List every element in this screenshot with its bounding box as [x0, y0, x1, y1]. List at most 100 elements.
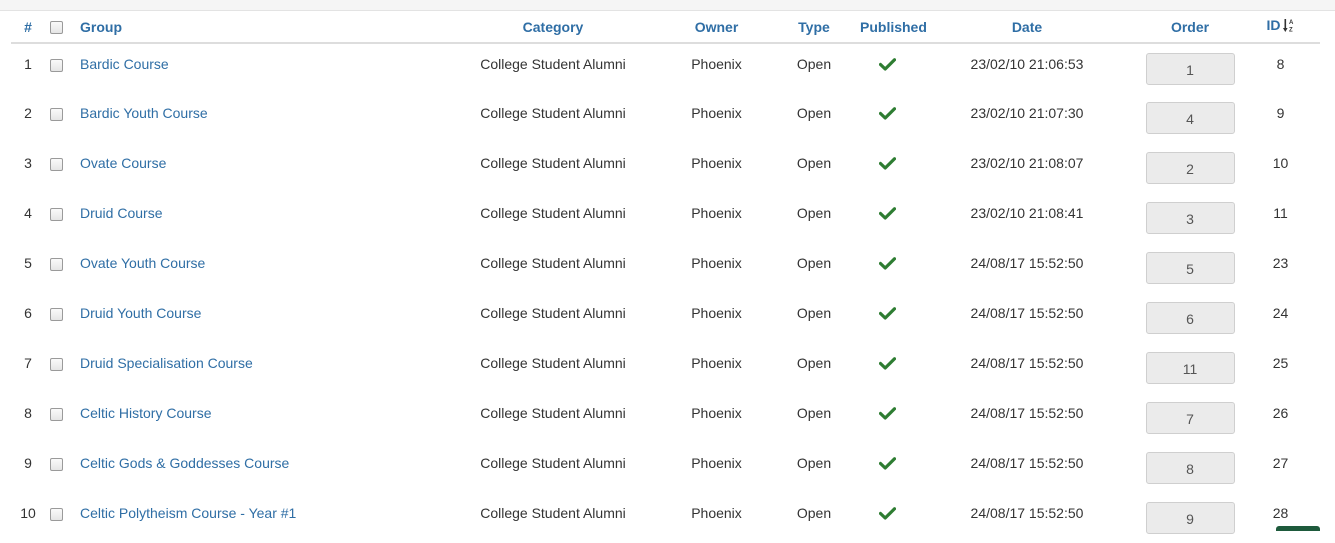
row-checkbox[interactable]: [50, 158, 63, 171]
row-number: 8: [11, 393, 45, 443]
order-input[interactable]: 2: [1145, 152, 1235, 184]
column-header-order[interactable]: Order: [1139, 11, 1241, 44]
order-input[interactable]: 4: [1145, 102, 1235, 134]
table-row: 4 Druid Course College Student Alumni Ph…: [11, 193, 1320, 243]
row-checkbox[interactable]: [50, 508, 63, 521]
row-checkbox[interactable]: [50, 208, 63, 221]
owner-text: Phoenix: [691, 155, 742, 171]
order-input[interactable]: 6: [1145, 302, 1235, 334]
category-text: College Student Alumni: [480, 305, 626, 321]
group-link[interactable]: Druid Course: [80, 205, 162, 221]
column-header-owner[interactable]: Owner: [665, 11, 768, 44]
row-select-cell: [45, 43, 80, 93]
group-cell: Celtic Gods & Goddesses Course: [80, 443, 441, 493]
id-text: 24: [1272, 305, 1289, 321]
column-header-category[interactable]: Category: [441, 11, 665, 44]
type-text: Open: [796, 505, 832, 521]
row-checkbox[interactable]: [50, 308, 63, 321]
group-link[interactable]: Ovate Youth Course: [80, 255, 205, 271]
date-text: 24/08/17 15:52:50: [970, 455, 1084, 471]
column-header-id[interactable]: ID: [1267, 17, 1281, 33]
svg-text:A: A: [1289, 20, 1294, 26]
group-link[interactable]: Ovate Course: [80, 155, 166, 171]
checkmark-icon[interactable]: [860, 207, 915, 220]
group-link[interactable]: Bardic Course: [80, 56, 169, 72]
row-number-text: 6: [24, 305, 32, 321]
checkmark-icon[interactable]: [860, 507, 915, 520]
order-input[interactable]: 5: [1145, 252, 1235, 284]
table-header-row: # Group Category Owner Type Published Da…: [11, 11, 1320, 44]
row-number-text: 9: [24, 455, 32, 471]
group-link[interactable]: Bardic Youth Course: [80, 105, 208, 121]
type-cell: Open: [768, 93, 860, 143]
row-checkbox[interactable]: [50, 108, 63, 121]
type-cell: Open: [768, 343, 860, 393]
group-link[interactable]: Druid Specialisation Course: [80, 355, 253, 371]
category-cell: College Student Alumni: [441, 493, 665, 543]
group-cell: Druid Course: [80, 193, 441, 243]
order-cell: 1: [1139, 43, 1241, 93]
order-cell: 2: [1139, 143, 1241, 193]
column-header-type[interactable]: Type: [768, 11, 860, 44]
row-number: 9: [11, 443, 45, 493]
checkmark-icon[interactable]: [860, 157, 915, 170]
column-header-group[interactable]: Group: [80, 11, 441, 44]
row-checkbox[interactable]: [50, 358, 63, 371]
date-cell: 24/08/17 15:52:50: [915, 243, 1139, 293]
checkmark-icon[interactable]: [860, 357, 915, 370]
order-input[interactable]: 9: [1145, 502, 1235, 534]
row-checkbox[interactable]: [50, 258, 63, 271]
floating-action-button-edge[interactable]: [1276, 526, 1320, 531]
checkmark-icon[interactable]: [860, 307, 915, 320]
select-all-checkbox[interactable]: [50, 21, 63, 35]
date-cell: 23/02/10 21:08:07: [915, 143, 1139, 193]
id-cell: 23: [1241, 243, 1320, 293]
id-text: 28: [1272, 505, 1289, 521]
checkmark-icon[interactable]: [860, 107, 915, 120]
order-input[interactable]: 11: [1145, 352, 1235, 384]
checkmark-icon[interactable]: [860, 407, 915, 420]
sort-ascending-icon: AZ: [1282, 18, 1295, 36]
id-cell: 11: [1241, 193, 1320, 243]
order-input[interactable]: 3: [1145, 202, 1235, 234]
owner-cell: Phoenix: [665, 193, 768, 243]
published-cell: [860, 443, 915, 493]
table-row: 7 Druid Specialisation Course College St…: [11, 343, 1320, 393]
column-header-id-cell[interactable]: ID A Z: [1241, 11, 1320, 44]
group-link[interactable]: Celtic History Course: [80, 405, 211, 421]
id-cell: 28: [1241, 493, 1320, 543]
type-cell: Open: [768, 193, 860, 243]
category-cell: College Student Alumni: [441, 293, 665, 343]
id-cell: 10: [1241, 143, 1320, 193]
order-input[interactable]: 8: [1145, 452, 1235, 484]
checkmark-icon[interactable]: [860, 257, 915, 270]
row-checkbox[interactable]: [50, 59, 63, 72]
top-toolbar-strip: [0, 0, 1335, 11]
group-cell: Ovate Course: [80, 143, 441, 193]
category-text: College Student Alumni: [480, 355, 626, 371]
row-checkbox[interactable]: [50, 408, 63, 421]
category-text: College Student Alumni: [480, 505, 626, 521]
category-text: College Student Alumni: [480, 405, 626, 421]
checkmark-icon[interactable]: [860, 457, 915, 470]
order-input[interactable]: 7: [1145, 402, 1235, 434]
group-cell: Druid Youth Course: [80, 293, 441, 343]
row-checkbox[interactable]: [50, 458, 63, 471]
checkmark-icon[interactable]: [860, 58, 915, 71]
group-link[interactable]: Celtic Gods & Goddesses Course: [80, 455, 289, 471]
row-select-cell: [45, 493, 80, 543]
group-link[interactable]: Celtic Polytheism Course - Year #1: [80, 505, 296, 521]
category-cell: College Student Alumni: [441, 43, 665, 93]
row-number: 2: [11, 93, 45, 143]
type-text: Open: [796, 56, 832, 72]
date-text: 24/08/17 15:52:50: [970, 255, 1084, 271]
column-header-published[interactable]: Published: [860, 11, 927, 44]
column-header-date[interactable]: Date: [915, 11, 1139, 44]
group-link[interactable]: Druid Youth Course: [80, 305, 201, 321]
order-input[interactable]: 1: [1145, 53, 1235, 85]
type-cell: Open: [768, 243, 860, 293]
category-cell: College Student Alumni: [441, 443, 665, 493]
group-cell: Celtic History Course: [80, 393, 441, 443]
id-text: 26: [1272, 405, 1289, 421]
category-cell: College Student Alumni: [441, 93, 665, 143]
